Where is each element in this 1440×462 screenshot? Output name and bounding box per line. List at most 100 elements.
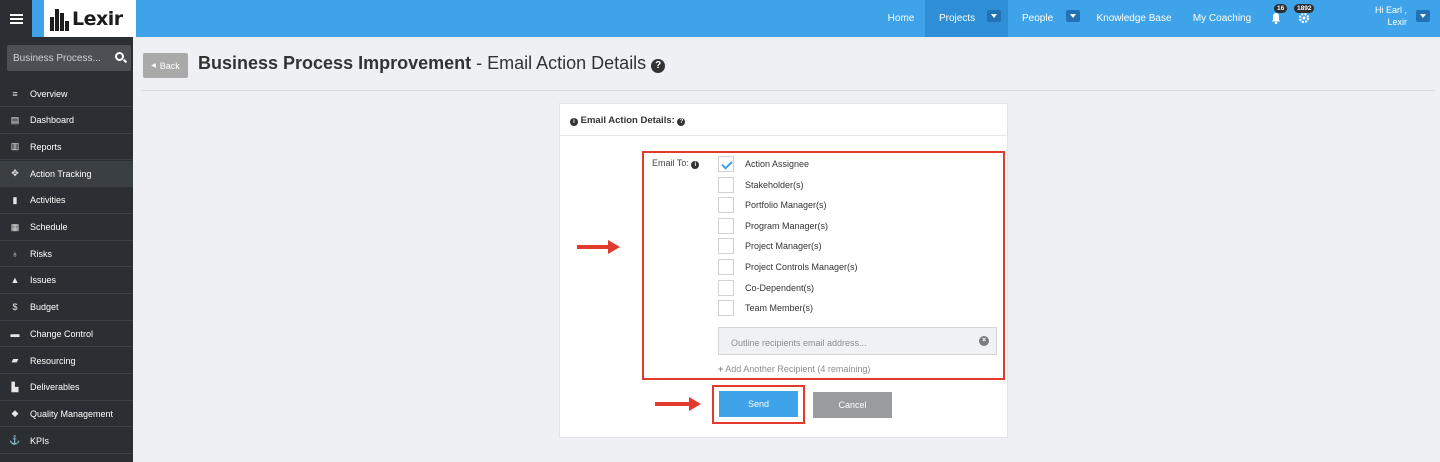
sidebar-item-budget[interactable]: $ Budget (0, 295, 133, 321)
sidebar-item-label: Dashboard (30, 115, 75, 126)
cancel-button[interactable]: Cancel (813, 392, 892, 418)
sidebar-item-resourcing[interactable]: ▰ Resourcing (0, 348, 133, 374)
recipient-checkbox[interactable] (718, 156, 734, 172)
recipient-label[interactable]: Program Manager(s) (745, 221, 828, 231)
recipient-label[interactable]: Portfolio Manager(s) (745, 200, 827, 210)
sidebar-item-label: Activities (30, 195, 66, 206)
sidebar-item-label: Issues (30, 275, 57, 286)
sidebar-item-schedule[interactable]: ▦ Schedule (0, 215, 133, 241)
recipient-option: Program Manager(s) (718, 217, 828, 234)
sidebar-item-action-tracking[interactable]: ✥ Action Tracking (0, 161, 133, 188)
sidebar-item-label: Deliverables (30, 382, 80, 393)
sidebar-icon: ▰ (11, 355, 19, 365)
help-icon[interactable]: ? (651, 59, 666, 73)
card-heading-text: Email Action Details: (580, 115, 675, 126)
recipient-label[interactable]: Project Controls Manager(s) (745, 262, 858, 272)
nav-people[interactable]: People (1008, 0, 1086, 37)
back-button-label: Back (159, 60, 180, 71)
user-menu-caret-icon[interactable] (1416, 10, 1430, 22)
info-icon[interactable]: i (691, 161, 700, 169)
recipient-checkbox[interactable] (718, 176, 734, 193)
clear-icon[interactable]: × (979, 336, 989, 346)
nav-my-coaching[interactable]: My Coaching (1184, 0, 1260, 37)
card-header: i Email Action Details: ? (560, 104, 1007, 136)
send-button[interactable]: Send (719, 391, 798, 417)
sidebar-icon: $ (12, 302, 18, 313)
logo[interactable]: Lexir (44, 0, 136, 37)
sidebar-item-label: Overview (30, 88, 68, 99)
greeting-org: Lexir (1387, 17, 1407, 27)
back-button[interactable]: ◀ Back (143, 53, 188, 78)
highlight-arrow-icon (655, 397, 701, 411)
sidebar-item-deliverables[interactable]: ▙ Deliverables (0, 375, 133, 401)
alerts-button[interactable]: 16 (1270, 4, 1290, 28)
sidebar-item-quality-management[interactable]: ◆ Quality Management (0, 401, 133, 428)
sidebar-item-label: Schedule (30, 222, 68, 232)
sidebar-icon: ▦ (10, 221, 20, 232)
projects-dropdown-caret-icon[interactable] (987, 10, 1001, 22)
recipient-label[interactable]: Co-Dependent(s) (745, 283, 814, 293)
people-dropdown-caret-icon[interactable] (1066, 10, 1080, 22)
sidebar-icon: ✥ (11, 168, 19, 179)
email-address-placeholder: Outline recipients email address... (731, 338, 867, 348)
nav-my-coaching-label: My Coaching (1192, 13, 1252, 24)
sidebar-item-label: Quality Management (30, 408, 114, 419)
nav-knowledge-base[interactable]: Knowledge Base (1088, 0, 1180, 37)
nav-projects[interactable]: Projects (925, 0, 1008, 37)
cancel-button-label: Cancel (838, 400, 867, 410)
page-title-section: - Email Action Details (471, 53, 652, 73)
recipient-checkbox[interactable] (718, 279, 734, 296)
recipient-label[interactable]: Project Manager(s) (745, 241, 822, 251)
recipient-checkbox[interactable] (718, 238, 734, 255)
sidebar-item-overview[interactable]: ≡ Overview (0, 81, 133, 107)
email-to-label: Email To: i (652, 158, 700, 169)
page-title-project: Business Process Improvement (198, 53, 472, 73)
add-recipient-text: Add Another Recipient (4 remaining) (725, 364, 871, 374)
highlight-arrow-icon (577, 240, 620, 254)
settings-notifications-button[interactable]: 1892 (1294, 4, 1320, 28)
search-icon[interactable] (115, 52, 124, 61)
sidebar-item-label: Risks (30, 248, 52, 259)
recipient-checkbox[interactable] (718, 300, 734, 317)
recipient-checkbox[interactable] (718, 197, 734, 214)
building-logo-icon (50, 7, 70, 31)
sidebar-icon: ♁ (11, 248, 19, 259)
sidebar-item-activities[interactable]: ▮ Activities (0, 188, 133, 214)
add-recipient-link[interactable]: + Add Another Recipient (4 remaining) (718, 364, 870, 374)
recipient-label[interactable]: Team Member(s) (745, 303, 813, 313)
send-button-label: Send (747, 399, 770, 409)
greeting-name: Hi Earl , (1374, 5, 1407, 15)
sidebar-item-issues[interactable]: ▲ Issues (0, 268, 133, 294)
email-to-text: Email To: (652, 158, 689, 168)
user-greeting[interactable]: Hi Earl , Lexir (1375, 4, 1407, 28)
sidebar-item-reports[interactable]: ▥ Reports (0, 134, 133, 161)
help-icon[interactable]: ? (677, 118, 686, 126)
project-search-text: Business Process... (13, 53, 101, 64)
sidebar-item-label: Reports (30, 141, 62, 152)
email-address-input[interactable]: Outline recipients email address... (718, 327, 997, 355)
recipient-checkbox[interactable] (718, 217, 734, 234)
project-search-input[interactable]: Business Process... (7, 45, 131, 71)
top-navbar: Lexir Home Projects People Knowledge Bas… (0, 0, 1440, 37)
sidebar-item-dashboard[interactable]: ▤ Dashboard (0, 108, 133, 134)
hamburger-icon (9, 17, 23, 20)
page-title: Business Process Improvement - Email Act… (198, 53, 666, 74)
sidebar-icon: ▤ (10, 114, 20, 125)
bell-icon (1271, 13, 1281, 24)
sidebar-item-label: Resourcing (30, 355, 76, 366)
sidebar-icon: ≡ (12, 88, 18, 99)
menu-toggle-button[interactable] (0, 0, 32, 37)
recipient-option: Project Controls Manager(s) (718, 259, 858, 275)
nav-projects-label: Projects (939, 13, 976, 24)
nav-home[interactable]: Home (877, 0, 925, 37)
recipient-label[interactable]: Action Assignee (745, 159, 809, 169)
recipient-option: Team Member(s) (718, 300, 813, 317)
sidebar-item-kpis[interactable]: ⚓ KPIs (0, 428, 133, 455)
gear-icon (1298, 12, 1310, 24)
recipient-label[interactable]: Stakeholder(s) (745, 180, 804, 190)
recipient-checkbox[interactable] (718, 259, 734, 275)
sidebar-item-risks[interactable]: ♁ Risks (0, 241, 133, 268)
sidebar-item-change-control[interactable]: ▬ Change Control (0, 321, 133, 348)
sidebar-icon: ◆ (11, 408, 19, 419)
recipient-option: Stakeholder(s) (718, 176, 804, 193)
